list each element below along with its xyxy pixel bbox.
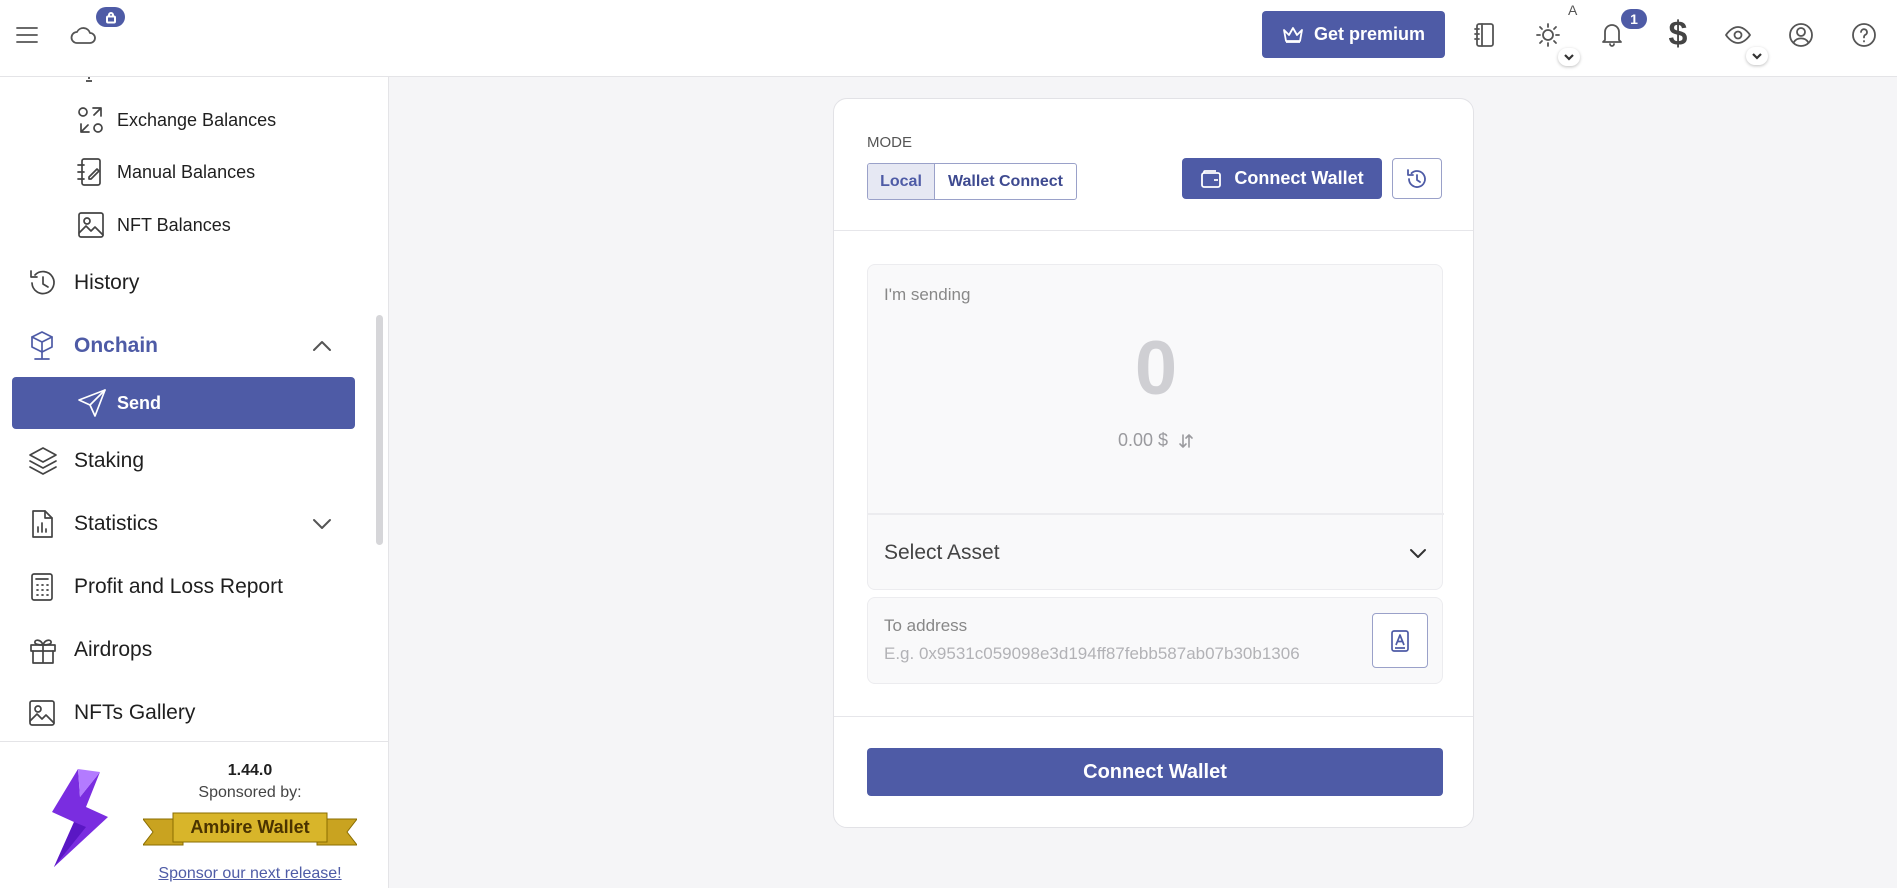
sidebar-item-statistics[interactable]: Statistics	[12, 498, 355, 550]
cloud-sync-icon[interactable]	[66, 20, 100, 50]
mode-label: MODE	[867, 134, 912, 151]
mode-option-local[interactable]: Local	[868, 164, 935, 199]
notes-icon[interactable]	[1470, 20, 1500, 50]
get-premium-button[interactable]: Get premium	[1262, 11, 1445, 58]
sidebar-item-label: Statistics	[74, 512, 159, 535]
sidebar-item-label: Staking	[74, 449, 145, 472]
sidebar-item-label: History	[74, 271, 140, 294]
connect-wallet-button-main[interactable]: Connect Wallet	[867, 748, 1443, 796]
to-address-input[interactable]	[884, 642, 1354, 666]
mode-option-wallet-connect[interactable]: Wallet Connect	[935, 164, 1076, 199]
connect-wallet-label: Connect Wallet	[1234, 168, 1364, 188]
select-asset-dropdown[interactable]: Select Asset	[868, 515, 1444, 591]
gift-icon	[27, 634, 59, 666]
swap-direction-icon[interactable]	[1178, 433, 1194, 449]
send-icon	[76, 387, 108, 419]
sponsor-next-release-link[interactable]: Sponsor our next release!	[150, 865, 350, 883]
sidebar-subitem-send[interactable]: Send	[12, 377, 355, 429]
menu-icon[interactable]	[14, 22, 40, 48]
send-card: MODE Local Wallet Connect Connect Wallet…	[833, 98, 1474, 828]
manual-edit-icon	[76, 156, 106, 188]
privacy-menu-chevron-icon[interactable]	[1746, 47, 1768, 65]
help-icon[interactable]	[1849, 20, 1879, 50]
card-divider	[834, 716, 1473, 717]
sidebar-item-airdrops[interactable]: Airdrops	[12, 624, 355, 676]
get-premium-label: Get premium	[1313, 24, 1426, 44]
chevron-up-icon	[311, 339, 333, 353]
sidebar-item-label: NFTs Gallery	[74, 701, 196, 724]
select-asset-label: Select Asset	[884, 541, 1000, 564]
to-address-label: To address	[884, 616, 968, 635]
to-address-box: To address	[867, 597, 1443, 684]
fiat-amount: 0.00 $	[868, 430, 1444, 451]
connect-wallet-button-top[interactable]: Connect Wallet	[1182, 158, 1382, 199]
address-book-button[interactable]	[1372, 613, 1428, 668]
card-divider	[834, 230, 1473, 231]
sponsor-name: Ambire Wallet	[190, 817, 310, 837]
sidebar-subitem-exchange-balances[interactable]: Exchange Balances	[12, 94, 355, 146]
sidebar-item-profit-loss-report[interactable]: Profit and Loss Report	[12, 561, 355, 613]
notification-count-badge: 1	[1621, 9, 1647, 29]
image-icon	[76, 210, 106, 240]
sidebar-item-nfts-gallery[interactable]: NFTs Gallery	[12, 687, 355, 739]
app-version: 1.44.0	[227, 762, 273, 779]
sponsored-by-label: Sponsored by:	[198, 784, 302, 801]
address-book-icon	[1391, 629, 1409, 652]
mode-toggle: Local Wallet Connect	[867, 163, 1077, 200]
wallet-icon	[1201, 169, 1222, 188]
sidebar-item-onchain[interactable]: Onchain	[12, 320, 355, 372]
theme-auto-indicator: A	[1568, 2, 1578, 18]
transaction-history-button[interactable]	[1392, 158, 1442, 199]
user-account-icon[interactable]	[1786, 20, 1816, 50]
sidebar-item-history[interactable]: History	[12, 257, 355, 309]
sidebar-subitem-label: Exchange Balances	[117, 109, 277, 130]
sending-label: I'm sending	[884, 285, 971, 304]
chevron-down-icon	[311, 517, 333, 531]
sending-box: I'm sending 0 0.00 $ Select Asset	[867, 264, 1444, 591]
sidebar-item-label: Onchain	[74, 334, 159, 357]
sidebar: Exchange Balances Manual Balances NFT Ba…	[0, 77, 389, 888]
history-icon	[1407, 168, 1426, 188]
sponsor-panel: 1.44.0 Sponsored by: Ambire Wallet Spons…	[0, 741, 388, 888]
onchain-icon	[27, 329, 57, 363]
sidebar-item-label: Airdrops	[74, 638, 153, 661]
chevron-down-icon	[1408, 547, 1428, 559]
sidebar-subitem-nft-balances[interactable]: NFT Balances	[12, 199, 355, 251]
image-icon	[27, 698, 57, 728]
lock-icon	[96, 7, 125, 27]
crown-icon	[1283, 26, 1303, 43]
privacy-eye-icon[interactable]	[1722, 20, 1754, 50]
sponsor-logo-icon	[52, 769, 108, 867]
history-icon	[27, 267, 59, 299]
calculator-icon	[27, 571, 57, 603]
sidebar-subitem-label: NFT Balances	[117, 214, 231, 235]
fiat-amount-value: 0.00 $	[1117, 430, 1169, 450]
exchange-icon	[76, 104, 106, 136]
sidebar-item-label: Profit and Loss Report	[74, 575, 283, 598]
currency-dollar-icon[interactable]: $	[1663, 14, 1693, 54]
top-bar: Get premium A 1 $	[0, 0, 1897, 77]
sidebar-subitem-manual-balances[interactable]: Manual Balances	[12, 146, 355, 198]
chart-icon	[27, 508, 57, 540]
layers-icon	[27, 445, 59, 477]
partial-balance-icon	[78, 77, 100, 92]
sidebar-subitem-label: Manual Balances	[117, 161, 256, 182]
theme-sun-icon[interactable]	[1533, 20, 1563, 50]
theme-menu-chevron-icon[interactable]	[1558, 48, 1580, 66]
sidebar-item-staking[interactable]: Staking	[12, 435, 355, 487]
sidebar-subitem-label: Send	[117, 392, 162, 413]
sidebar-scrollbar[interactable]	[376, 315, 383, 545]
amount-input[interactable]: 0	[868, 325, 1444, 412]
